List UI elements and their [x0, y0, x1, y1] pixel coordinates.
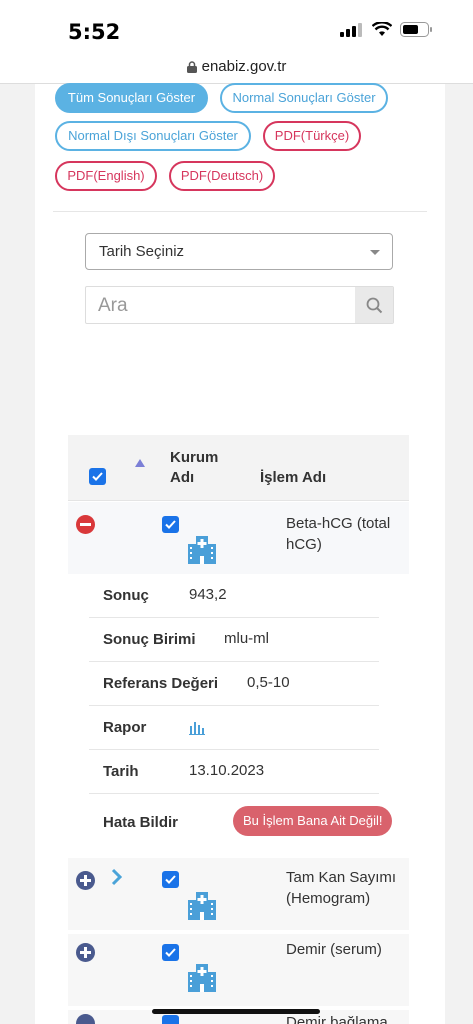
- hospital-building-icon: [188, 536, 216, 564]
- lock-icon: [186, 60, 197, 73]
- column-header-institution-line1: Kurum: [170, 449, 219, 466]
- unit-label: Sonuç Birimi: [103, 631, 196, 648]
- bar-chart-icon[interactable]: [189, 720, 205, 735]
- date-select-value: Tarih Seçiniz: [99, 243, 185, 260]
- row-checkbox[interactable]: [162, 1015, 179, 1024]
- plus-icon: [80, 947, 91, 958]
- procedure-name: Tam Kan Sayımı (Hemogram): [286, 867, 396, 909]
- sort-ascending-icon[interactable]: [135, 459, 145, 467]
- expand-row-button[interactable]: [76, 1014, 95, 1024]
- table-row[interactable]: Tam Kan Sayımı (Hemogram): [68, 858, 409, 930]
- result-value: 943,2: [189, 586, 227, 603]
- procedure-name-line1: Beta-hCG (total: [286, 515, 391, 532]
- detail-row-report: Rapor: [89, 706, 379, 750]
- hospital-building-icon: [188, 892, 216, 920]
- not-my-procedure-button[interactable]: Bu İşlem Bana Ait Değil!: [233, 806, 393, 836]
- page-content: Tüm Sonuçları Göster Normal Sonuçları Gö…: [0, 83, 473, 1024]
- column-header-institution-line2: Adı: [170, 469, 195, 486]
- home-indicator[interactable]: [152, 1009, 320, 1014]
- collapse-row-button[interactable]: [76, 515, 95, 534]
- procedure-name: Demir (serum): [286, 941, 382, 958]
- detail-row-report-error: Hata Bildir Bu İşlem Bana Ait Değil!: [89, 794, 393, 850]
- procedure-name-line1: Tam Kan Sayımı: [286, 869, 397, 886]
- status-bar: 5:52: [0, 0, 473, 52]
- results-card: Tüm Sonuçları Göster Normal Sonuçları Gö…: [35, 83, 445, 1024]
- battery-icon: [400, 22, 432, 37]
- divider: [53, 211, 427, 212]
- table-header: Kurum Adı İşlem Adı: [68, 435, 409, 501]
- search-button[interactable]: [355, 287, 393, 323]
- chevron-down-icon: [370, 250, 380, 255]
- pdf-turkish-button[interactable]: PDF(Türkçe): [263, 121, 361, 151]
- url-text: enabiz.gov.tr: [201, 58, 287, 75]
- show-abnormal-results-button[interactable]: Normal Dışı Sonuçları Göster: [55, 121, 251, 151]
- address-bar[interactable]: enabiz.gov.tr: [0, 52, 473, 84]
- report-error-label: Hata Bildir: [103, 814, 179, 831]
- signal-icon: [340, 22, 362, 37]
- clock: 5:52: [68, 20, 121, 44]
- procedure-name-line2: (Hemogram): [286, 890, 371, 907]
- column-header-procedure[interactable]: İşlem Adı: [260, 468, 326, 488]
- detail-row-unit: Sonuç Birimi mlu-ml: [89, 618, 379, 662]
- check-icon: [92, 472, 103, 481]
- row-checkbox[interactable]: [162, 944, 179, 961]
- search-input[interactable]: Ara: [85, 286, 394, 324]
- select-all-checkbox[interactable]: [89, 468, 106, 485]
- result-label: Sonuç: [103, 587, 149, 604]
- column-header-institution[interactable]: Kurum Adı: [170, 448, 218, 488]
- minus-icon: [80, 523, 91, 526]
- expand-row-button[interactable]: [76, 943, 95, 962]
- procedure-name-line2: hCG): [286, 536, 322, 553]
- search-icon: [366, 297, 382, 313]
- procedure-name: Beta-hCG (total hCG): [286, 513, 390, 555]
- check-icon: [165, 948, 176, 957]
- pdf-deutsch-button[interactable]: PDF(Deutsch): [169, 161, 275, 191]
- reference-value: 0,5-10: [247, 674, 290, 691]
- pdf-english-button[interactable]: PDF(English): [55, 161, 157, 191]
- result-detail-panel: Sonuç 943,2 Sonuç Birimi mlu-ml Referans…: [68, 574, 409, 858]
- hospital-building-icon: [188, 964, 216, 992]
- date-label: Tarih: [103, 763, 139, 780]
- plus-icon: [80, 875, 91, 886]
- report-label: Rapor: [103, 719, 147, 736]
- table-row[interactable]: Demir (serum): [68, 934, 409, 1006]
- date-value: 13.10.2023: [189, 762, 265, 779]
- show-normal-results-button[interactable]: Normal Sonuçları Göster: [220, 83, 388, 113]
- date-select[interactable]: Tarih Seçiniz: [85, 233, 393, 270]
- row-checkbox[interactable]: [162, 516, 179, 533]
- reference-label: Referans Değeri: [103, 675, 219, 692]
- check-icon: [165, 875, 176, 884]
- chevron-right-icon[interactable]: [111, 868, 122, 886]
- check-icon: [165, 520, 176, 529]
- detail-row-reference: Referans Değeri 0,5-10: [89, 662, 379, 706]
- table-row[interactable]: Beta-hCG (total hCG): [68, 502, 409, 574]
- detail-row-date: Tarih 13.10.2023: [89, 750, 379, 794]
- detail-row-result: Sonuç 943,2: [89, 574, 379, 618]
- search-placeholder: Ara: [98, 295, 128, 316]
- unit-value: mlu-ml: [224, 630, 269, 647]
- expand-row-button[interactable]: [76, 871, 95, 890]
- row-checkbox[interactable]: [162, 871, 179, 888]
- wifi-icon: [372, 22, 392, 36]
- show-all-results-button[interactable]: Tüm Sonuçları Göster: [55, 83, 208, 113]
- system-icons: [340, 22, 433, 37]
